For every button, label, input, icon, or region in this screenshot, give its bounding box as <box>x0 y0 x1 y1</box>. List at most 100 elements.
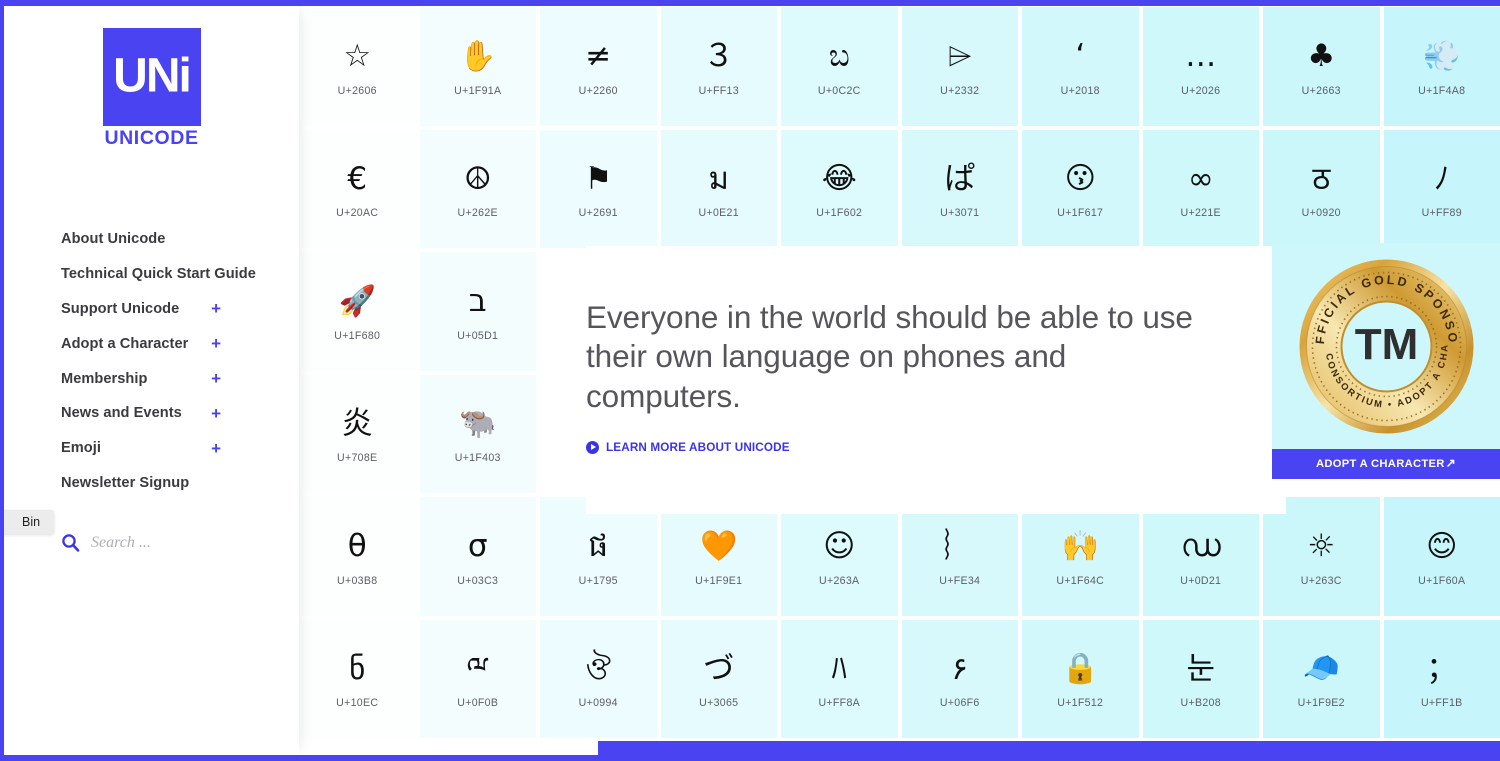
character-tile[interactable]: 🐃 U+1F403 <box>419 374 536 493</box>
character-tile[interactable]: ნ U+10EC <box>299 619 416 738</box>
character-tile[interactable]: ☮ U+262E <box>419 129 536 248</box>
character-tile[interactable]: ✋ U+1F91A <box>419 7 536 126</box>
character-codepoint: U+FF1B <box>1420 697 1463 710</box>
character-tile[interactable]: ぱ U+3071 <box>901 129 1018 248</box>
sponsor-badge-card: OFFICIAL GOLD SPONSOR UNICODE CONSORTIUM… <box>1272 243 1500 449</box>
expand-plus-icon[interactable]: + <box>211 300 221 317</box>
character-tile[interactable]: 🚀 U+1F680 <box>299 252 416 371</box>
search-input[interactable] <box>91 533 261 552</box>
character-codepoint: U+1F512 <box>1057 697 1104 710</box>
character-glyph: ⚑ <box>584 160 613 197</box>
sidebar-item-about-unicode[interactable]: About Unicode <box>61 222 275 257</box>
character-tile[interactable]: ม U+0E21 <box>660 129 777 248</box>
character-tile[interactable]: ठ U+0920 <box>1263 129 1380 248</box>
character-codepoint: U+1F4A8 <box>1418 84 1466 97</box>
character-tile[interactable]: づ U+3065 <box>660 619 777 738</box>
character-tile[interactable]: ྋ U+0F0B <box>419 619 536 738</box>
character-tile[interactable]: ۶ U+06F6 <box>901 619 1018 738</box>
character-glyph: θ <box>347 528 367 565</box>
logo-wordmark: UNICODE <box>104 127 199 149</box>
character-tile[interactable]: ផ U+1795 <box>540 497 657 616</box>
character-codepoint: U+1F9E1 <box>695 574 743 587</box>
character-tile[interactable]: ﾊ U+FF8A <box>781 619 898 738</box>
character-codepoint: U+0994 <box>578 697 618 710</box>
character-tile[interactable]: ב U+05D1 <box>419 252 536 371</box>
character-tile[interactable]: ⌲ U+2332 <box>901 7 1018 126</box>
learn-more-link[interactable]: LEARN MORE ABOUT UNICODE <box>586 441 1286 455</box>
expand-plus-icon[interactable]: + <box>211 405 221 422</box>
character-codepoint: U+10EC <box>336 697 379 710</box>
expand-plus-icon[interactable]: + <box>211 440 221 457</box>
character-tile[interactable]: ︴ U+FE34 <box>901 497 1018 616</box>
character-codepoint: U+3065 <box>699 697 739 710</box>
character-tile[interactable]: ⚑ U+2691 <box>540 129 657 248</box>
character-glyph: 눈 <box>1186 650 1216 687</box>
character-glyph: ； <box>1426 650 1458 687</box>
character-glyph: ♣ <box>1307 38 1336 75</box>
character-tile[interactable]: ； U+FF1B <box>1383 619 1500 738</box>
search-row[interactable] <box>61 533 261 552</box>
character-codepoint: U+0E21 <box>698 207 739 220</box>
character-codepoint: U+3071 <box>940 207 980 220</box>
character-codepoint: U+263C <box>1300 574 1342 587</box>
character-codepoint: U+1F9E2 <box>1297 697 1345 710</box>
learn-more-label: LEARN MORE ABOUT UNICODE <box>606 441 790 455</box>
character-glyph: ✋ <box>459 38 497 74</box>
character-codepoint: U+06F6 <box>939 697 980 710</box>
character-glyph: ۶ <box>951 650 969 687</box>
character-tile[interactable]: θ U+03B8 <box>299 497 416 616</box>
character-tile[interactable]: 💨 U+1F4A8 <box>1383 7 1500 126</box>
character-glyph: ठ <box>1312 160 1331 197</box>
sidebar-item-emoji[interactable]: Emoji + <box>61 431 275 466</box>
character-glyph: 🐃 <box>459 406 497 442</box>
character-tile[interactable]: ঔ U+0994 <box>540 619 657 738</box>
character-tile[interactable]: ☼ U+263C <box>1263 497 1380 616</box>
character-tile[interactable]: ಬ U+0C2C <box>781 7 898 126</box>
character-tile[interactable]: … U+2026 <box>1142 7 1259 126</box>
sidebar-item-news-and-events[interactable]: News and Events + <box>61 396 275 431</box>
character-tile[interactable]: ♣ U+2663 <box>1263 7 1380 126</box>
adopt-a-character-button[interactable]: ADOPT A CHARACTER ↗ <box>1272 449 1500 479</box>
character-glyph: 🚀 <box>338 283 376 319</box>
character-tile[interactable]: 🔒 U+1F512 <box>1022 619 1139 738</box>
sidebar-item-membership[interactable]: Membership + <box>61 361 275 396</box>
character-tile[interactable]: 🙌 U+1F64C <box>1022 497 1139 616</box>
character-tile[interactable]: 😂 U+1F602 <box>781 129 898 248</box>
character-tile[interactable]: € U+20AC <box>299 129 416 248</box>
character-tile[interactable]: ☆ U+2606 <box>299 7 416 126</box>
expand-plus-icon[interactable]: + <box>211 335 221 352</box>
search-icon[interactable] <box>61 533 80 552</box>
adopt-button-label: ADOPT A CHARACTER <box>1316 458 1445 470</box>
sponsor-panel: OFFICIAL GOLD SPONSOR UNICODE CONSORTIUM… <box>1272 243 1500 479</box>
sidebar-item-adopt-a-character[interactable]: Adopt a Character + <box>61 326 275 361</box>
character-tile[interactable]: ☺ U+263A <box>781 497 898 616</box>
character-tile[interactable]: σ U+03C3 <box>419 497 536 616</box>
sidebar-item-label: Newsletter Signup <box>61 474 190 491</box>
character-tile[interactable]: 😊 U+1F60A <box>1383 497 1500 616</box>
character-codepoint: U+03B8 <box>337 574 378 587</box>
character-tile[interactable]: ‘ U+2018 <box>1022 7 1139 126</box>
character-tile[interactable]: ﾉ U+FF89 <box>1383 129 1500 248</box>
site-logo[interactable]: UNi UNICODE <box>102 28 202 150</box>
character-codepoint: U+2332 <box>940 84 980 97</box>
sidebar-item-technical-quick-start-guide[interactable]: Technical Quick Start Guide <box>61 257 275 292</box>
character-codepoint: U+1F60A <box>1418 574 1466 587</box>
character-tile[interactable]: 😗 U+1F617 <box>1022 129 1139 248</box>
character-tile[interactable]: ３ U+FF13 <box>660 7 777 126</box>
character-tile[interactable]: ≠ U+2260 <box>540 7 657 126</box>
character-codepoint: U+1F64C <box>1056 574 1105 587</box>
character-tile[interactable]: ∞ U+221E <box>1142 129 1259 248</box>
character-tile[interactable]: 🧢 U+1F9E2 <box>1263 619 1380 738</box>
character-codepoint: U+0C2C <box>817 84 861 97</box>
character-codepoint: U+2663 <box>1301 84 1341 97</box>
sidebar-item-newsletter-signup[interactable]: Newsletter Signup <box>61 466 275 501</box>
character-tile[interactable]: 🧡 U+1F9E1 <box>660 497 777 616</box>
character-codepoint: U+2018 <box>1060 84 1100 97</box>
expand-plus-icon[interactable]: + <box>211 370 221 387</box>
main-content: ☆ U+2606 ✋ U+1F91A ≠ U+2260 ３ U+FF13 ಬ U+0C2C ⌲ U+2… <box>299 6 1500 755</box>
character-codepoint: U+2691 <box>578 207 618 220</box>
character-tile[interactable]: 눈 U+B208 <box>1142 619 1259 738</box>
character-tile[interactable]: ഡ U+0D21 <box>1142 497 1259 616</box>
sidebar-item-support-unicode[interactable]: Support Unicode + <box>61 292 275 327</box>
character-tile[interactable]: 炎 U+708E <box>299 374 416 493</box>
